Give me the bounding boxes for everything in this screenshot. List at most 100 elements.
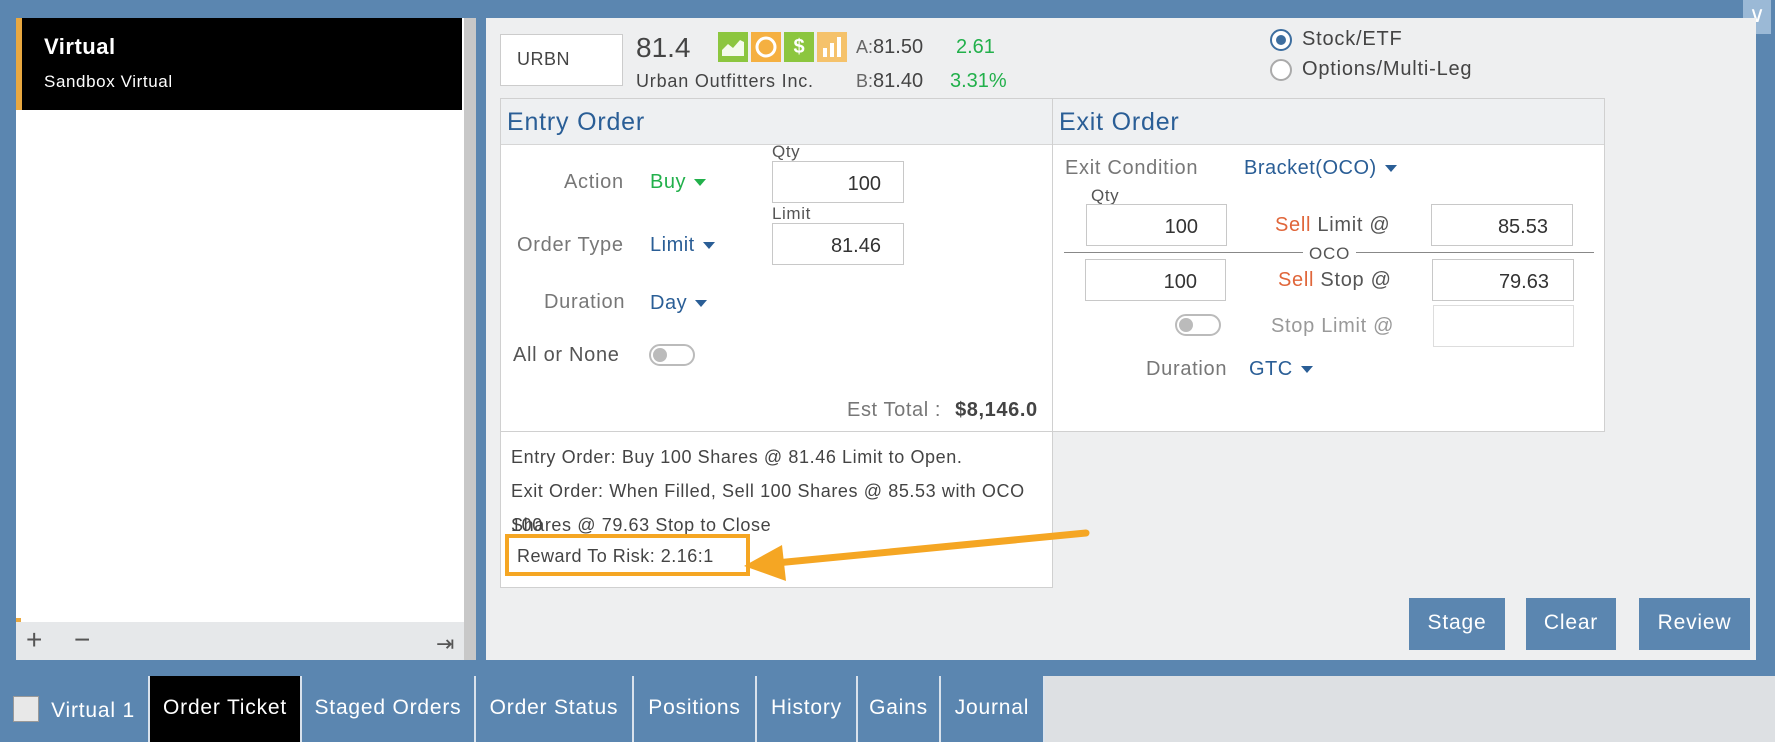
stop-limit-label: Stop Limit @ (1271, 315, 1395, 337)
bottom-tab-bar: Virtual 1 Order Ticket Staged Orders Ord… (0, 676, 1775, 742)
price-change-percent: 3.31% (950, 70, 1007, 92)
caret-down-icon (695, 300, 708, 308)
qty-input[interactable]: 100 (772, 161, 904, 203)
tab-label: Order Ticket (163, 696, 287, 719)
exit-duration-dropdown[interactable]: GTC (1249, 358, 1313, 381)
minus-icon[interactable]: − (74, 626, 90, 654)
qty-label: Qty (772, 142, 801, 161)
radio-button-checked[interactable] (1270, 28, 1292, 51)
exit-qty-label: Qty (1091, 186, 1120, 205)
exit-condition-label: Exit Condition (1065, 157, 1199, 179)
exit-limit-qty-input[interactable]: 100 (1086, 204, 1227, 246)
tab-label: Journal (954, 696, 1030, 719)
radio-label-options: Options/Multi-Leg (1302, 58, 1473, 80)
order-type-dropdown[interactable]: Limit (650, 234, 715, 257)
entry-order-section: Entry Order Action Buy Qty 100 Order Typ… (500, 98, 1053, 432)
company-name: Urban Outfitters Inc. (636, 71, 814, 91)
stop-limit-toggle[interactable] (1175, 314, 1221, 336)
limit-at-label: Limit @ (1317, 214, 1391, 236)
exit-condition-value: Bracket(OCO) (1244, 157, 1377, 179)
tab-staged-orders[interactable]: Staged Orders (302, 676, 476, 742)
duration-dropdown[interactable]: Day (650, 292, 708, 315)
bid-label: B: (856, 71, 874, 91)
action-dropdown[interactable]: Buy (650, 171, 706, 194)
exit-order-title: Exit Order (1053, 99, 1604, 145)
exit-order-section: Exit Order Exit Condition Bracket(OCO) Q… (1052, 98, 1605, 432)
radio-button-unchecked[interactable] (1270, 58, 1292, 81)
caret-down-icon (702, 242, 715, 250)
exit-limit-label: Sell Limit @ (1275, 214, 1390, 237)
account-name: Virtual (44, 34, 116, 59)
exit-duration-value: GTC (1249, 358, 1293, 380)
exit-condition-dropdown[interactable]: Bracket(OCO) (1244, 157, 1397, 180)
exit-stop-price-input[interactable]: 79.63 (1432, 259, 1574, 301)
ask-price: 81.50 (873, 36, 924, 58)
radio-label-stock-etf: Stock/ETF (1302, 28, 1403, 50)
tab-label: Gains (869, 696, 928, 719)
tab-gains[interactable]: Gains (858, 676, 941, 742)
tab-label: History (771, 696, 842, 719)
account-card-virtual[interactable]: Virtual Sandbox Virtual (16, 18, 462, 110)
tab-virtual-1[interactable]: Virtual 1 (0, 676, 150, 742)
tab-order-status[interactable]: Order Status (476, 676, 634, 742)
stop-limit-input[interactable] (1433, 305, 1574, 347)
tab-journal[interactable]: Journal (941, 676, 1045, 742)
circle-icon[interactable] (751, 32, 781, 62)
last-price: 81.4 (636, 32, 691, 63)
sign-out-icon[interactable]: ⇥ (436, 630, 454, 658)
summary-line-entry: Entry Order: Buy 100 Shares @ 81.46 Limi… (511, 447, 963, 467)
plus-icon[interactable]: + (26, 626, 42, 654)
order-type-value: Limit (650, 234, 695, 256)
exit-limit-price-input[interactable]: 85.53 (1431, 204, 1573, 246)
symbol-input[interactable]: URBN (500, 34, 623, 86)
ask-label: A: (856, 37, 874, 57)
sell-label: Sell (1275, 214, 1312, 236)
stage-button[interactable]: Stage (1409, 598, 1505, 650)
entry-order-title: Entry Order (501, 99, 1052, 145)
bid-quote: B:81.40 (856, 70, 923, 93)
dollar-icon[interactable]: $ (784, 32, 814, 62)
review-button[interactable]: Review (1639, 598, 1750, 650)
reward-to-risk: Reward To Risk: 2.16:1 (505, 534, 750, 576)
tab-positions[interactable]: Positions (634, 676, 757, 742)
caret-down-icon (1384, 165, 1397, 173)
annotation-arrow-icon (744, 529, 1090, 581)
stop-at-label: Stop @ (1320, 269, 1392, 291)
all-or-none-label: All or None (513, 344, 620, 366)
all-or-none-toggle[interactable] (649, 344, 695, 366)
tab-history[interactable]: History (757, 676, 858, 742)
caret-down-icon (693, 179, 706, 187)
tab-label: Order Status (489, 696, 619, 719)
account-subtitle: Sandbox Virtual (44, 72, 173, 91)
exit-stop-qty-input[interactable]: 100 (1085, 259, 1226, 301)
action-label: Action (564, 171, 624, 193)
sell-label: Sell (1278, 269, 1315, 291)
quote-badges: $ (718, 32, 847, 62)
duration-label: Duration (544, 291, 626, 313)
tab-order-ticket[interactable]: Order Ticket (150, 676, 302, 742)
exit-duration-label: Duration (1146, 358, 1228, 380)
radio-stock-etf[interactable]: Stock/ETF (1270, 28, 1403, 51)
exit-stop-label: Sell Stop @ (1278, 269, 1392, 292)
order-type-label: Order Type (517, 234, 624, 256)
tab-label: Virtual 1 (51, 699, 135, 722)
tab-label: Staged Orders (314, 696, 462, 719)
limit-price-input[interactable]: 81.46 (772, 223, 904, 265)
panel-scrollbar[interactable] (464, 18, 476, 660)
radio-options-multileg[interactable]: Options/Multi-Leg (1270, 58, 1472, 81)
account-panel: Virtual Sandbox Virtual + − ⇥ (16, 18, 464, 660)
est-total-value: $8,146.0 (955, 399, 1038, 421)
checkbox-icon[interactable] (13, 696, 40, 722)
chart-area-icon[interactable] (718, 32, 748, 62)
clear-button[interactable]: Clear (1526, 598, 1616, 650)
action-value: Buy (650, 171, 686, 193)
tab-label: Positions (648, 696, 741, 719)
order-ticket-panel: URBN 81.4 Urban Outfitters Inc. $ A:81.5… (486, 18, 1756, 660)
est-total: Est Total : $8,146.0 (847, 399, 1038, 422)
caret-down-icon (1300, 366, 1313, 374)
bar-chart-icon[interactable] (817, 32, 847, 62)
bid-price: 81.40 (873, 70, 924, 92)
account-panel-footer: + − ⇥ (16, 622, 464, 660)
est-total-label: Est Total : (847, 399, 942, 421)
price-change: 2.61 (956, 36, 995, 58)
